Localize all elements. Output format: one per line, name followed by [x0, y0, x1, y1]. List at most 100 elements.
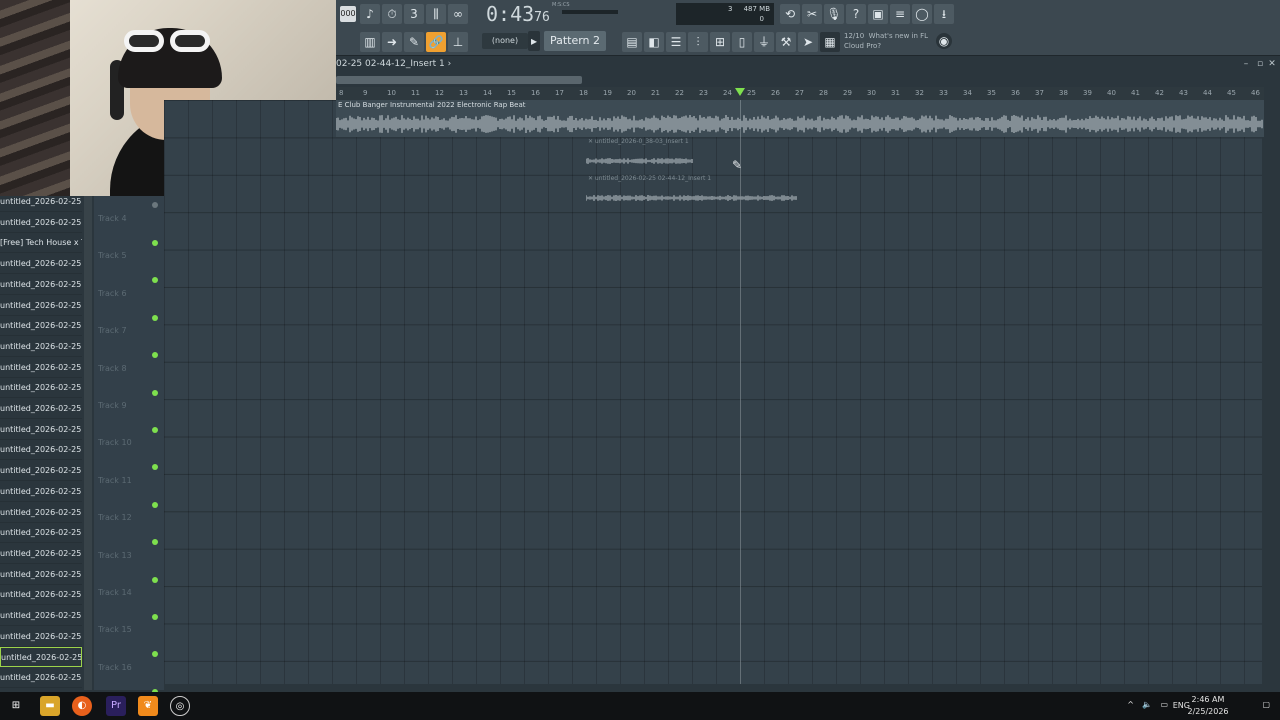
- store-icon[interactable]: ▦: [820, 32, 840, 52]
- browser-item[interactable]: untitled_2026-02-25 02-...: [0, 647, 82, 668]
- mic-icon[interactable]: 🎙: [824, 4, 844, 24]
- browser-item[interactable]: untitled_2026-02-25 02-...: [0, 440, 82, 461]
- browser-item[interactable]: untitled_2026-02-25 02-...: [0, 378, 82, 399]
- pattern-name[interactable]: Pattern 2: [544, 31, 606, 51]
- track-label[interactable]: Track 4: [98, 214, 127, 223]
- link-icon[interactable]: 🔗: [426, 32, 446, 52]
- track-label[interactable]: Track 10: [98, 438, 132, 447]
- browser-item[interactable]: untitled_2026-02-25 02-...: [0, 461, 82, 482]
- browser-item[interactable]: untitled_2026-02-25 02-...: [0, 337, 82, 357]
- browser-item[interactable]: untitled_2026-02-25 02-...: [0, 544, 82, 564]
- globe-icon[interactable]: ◉: [936, 33, 952, 49]
- obs-icon[interactable]: ◎: [170, 696, 190, 716]
- notification-icon[interactable]: ▢: [1262, 700, 1270, 709]
- browser-item[interactable]: untitled_2026-02-25 02-...: [0, 627, 82, 647]
- track-mute-led-icon[interactable]: [152, 240, 158, 246]
- file-explorer-icon[interactable]: ▬: [40, 696, 60, 716]
- tray-chevron-icon[interactable]: ^: [1127, 700, 1134, 709]
- maximize-button[interactable]: ▫: [1254, 56, 1266, 72]
- mixer-view-icon[interactable]: ⫶: [688, 32, 708, 52]
- timeline-ruler[interactable]: 8 9 10 11 12 13 14 15 16 17 18 19 20 21 22 23 24 25 26 27 28…: [336, 87, 1264, 100]
- browser-icon[interactable]: ⊞: [710, 32, 730, 52]
- send-icon[interactable]: ➤: [798, 32, 818, 52]
- audio-clip-1[interactable]: ✕ untitled_2026-0_38-03_Insert 1: [585, 138, 694, 168]
- browser-item[interactable]: untitled_2026-02-25 02-...: [0, 399, 82, 419]
- browser-item[interactable]: untitled_2026-02-25 02-...: [0, 482, 82, 502]
- track-mute-led-icon[interactable]: [152, 539, 158, 546]
- track-led-icon[interactable]: [152, 202, 158, 208]
- scrollbar-thumb[interactable]: [336, 76, 582, 84]
- browser-item[interactable]: untitled_2026-02-25 02-...: [0, 254, 82, 275]
- track-mute-led-icon[interactable]: [152, 389, 158, 396]
- browser-item[interactable]: untitled_2026-02-25 02-...: [0, 606, 82, 626]
- undo-icon[interactable]: ⟲: [780, 4, 800, 24]
- browser-item[interactable]: untitled_2026-02-25 02-...: [0, 668, 82, 689]
- track-mute-led-icon[interactable]: [152, 352, 158, 359]
- plug-icon[interactable]: ⏚: [754, 32, 774, 52]
- track-label[interactable]: Track 12: [98, 513, 132, 522]
- track-label[interactable]: Track 5: [98, 251, 127, 260]
- cpu-memory-meter[interactable]: 3 487 MB 0: [676, 3, 774, 25]
- chat-icon[interactable]: ◯: [912, 4, 932, 24]
- windows-start-icon[interactable]: ⊞: [6, 696, 26, 716]
- premiere-icon[interactable]: Pr: [106, 696, 126, 716]
- stamp-icon[interactable]: ⊥: [448, 32, 468, 52]
- loop-record-icon[interactable]: ∞: [448, 4, 468, 24]
- track-label[interactable]: Track 9: [98, 401, 127, 410]
- step-edit-icon[interactable]: ⫼: [426, 4, 446, 24]
- browser-item[interactable]: untitled_2026-02-25 02-...: [0, 565, 82, 585]
- fl-studio-icon[interactable]: ❦: [138, 696, 158, 716]
- track-label[interactable]: Track 7: [98, 326, 127, 335]
- track-label[interactable]: Track 16: [98, 663, 132, 672]
- taskbar-clock[interactable]: 2:46 AM 2/25/2026: [1186, 694, 1230, 718]
- minimize-button[interactable]: –: [1240, 56, 1252, 72]
- arrow-right-icon[interactable]: ➜: [382, 32, 402, 52]
- track-mute-led-icon[interactable]: [152, 501, 158, 508]
- track-label[interactable]: Track 15: [98, 625, 132, 634]
- browser-item[interactable]: untitled_2026-02-25 02-...: [0, 296, 82, 316]
- network-icon[interactable]: ▭: [1160, 700, 1168, 709]
- save-icon[interactable]: ▣: [868, 4, 888, 24]
- download-icon[interactable]: ⭳: [934, 4, 954, 24]
- track-mute-led-icon[interactable]: [152, 277, 158, 284]
- piano-icon[interactable]: ▥: [360, 32, 380, 52]
- browser-item[interactable]: untitled_2026-02-25 02-...: [0, 275, 82, 295]
- audio-clip-2[interactable]: ✕ untitled_2026-02-25 02-44-12_Insert 1: [585, 175, 798, 205]
- playhead-marker[interactable]: [735, 88, 745, 96]
- browser-item[interactable]: untitled_2026-02-25 02-...: [0, 358, 82, 378]
- track-label[interactable]: Track 13: [98, 551, 132, 560]
- countdown-icon[interactable]: 3: [404, 4, 424, 24]
- close-button[interactable]: ✕: [1266, 56, 1278, 72]
- track-mute-led-icon[interactable]: [152, 314, 158, 321]
- browser-item[interactable]: untitled_2026-02-25 02-...: [0, 503, 82, 523]
- track-mute-led-icon[interactable]: [152, 614, 158, 620]
- mixer-icon[interactable]: ≡: [890, 4, 910, 24]
- browser-item[interactable]: untitled_2026-02-25 01-...: [0, 192, 82, 212]
- track-mute-led-icon[interactable]: [152, 651, 158, 658]
- pattern-selector[interactable]: (none): [482, 33, 528, 49]
- track-label[interactable]: Track 6: [98, 289, 127, 298]
- vertical-scrollbar[interactable]: [1264, 100, 1280, 690]
- channel-rack-icon[interactable]: ◧: [644, 32, 664, 52]
- cut-icon[interactable]: ✂: [802, 4, 822, 24]
- browser-scrollbar[interactable]: [84, 196, 92, 690]
- track-mute-led-icon[interactable]: [152, 427, 158, 433]
- bottom-scrollbar[interactable]: [164, 684, 1262, 690]
- speaker-icon[interactable]: 🔈: [1142, 700, 1152, 709]
- playlist-icon[interactable]: ▤: [622, 32, 642, 52]
- pen-icon[interactable]: ✎: [404, 32, 424, 52]
- track-label[interactable]: Track 11: [98, 476, 132, 485]
- track-label[interactable]: Track 8: [98, 364, 127, 373]
- firefox-icon[interactable]: ◐: [72, 696, 92, 716]
- piano-roll-icon[interactable]: ☰: [666, 32, 686, 52]
- browser-item[interactable]: untitled_2026-02-25 02-...: [0, 523, 82, 544]
- metronome-icon[interactable]: ♪: [360, 4, 380, 24]
- browser-item[interactable]: untitled_2026-02-25 02-...: [0, 585, 82, 606]
- browser-item[interactable]: untitled_2026-02-25 02-...: [0, 420, 82, 440]
- plugin-icon[interactable]: ▯: [732, 32, 752, 52]
- track-label[interactable]: Track 14: [98, 588, 132, 597]
- track-mute-led-icon[interactable]: [152, 576, 158, 583]
- audio-track-lane[interactable]: E Club Banger Instrumental 2022 Electron…: [336, 100, 1264, 137]
- browser-item[interactable]: untitled_2026-02-25 01-...: [0, 213, 82, 233]
- tempo-display[interactable]: 000: [340, 6, 356, 22]
